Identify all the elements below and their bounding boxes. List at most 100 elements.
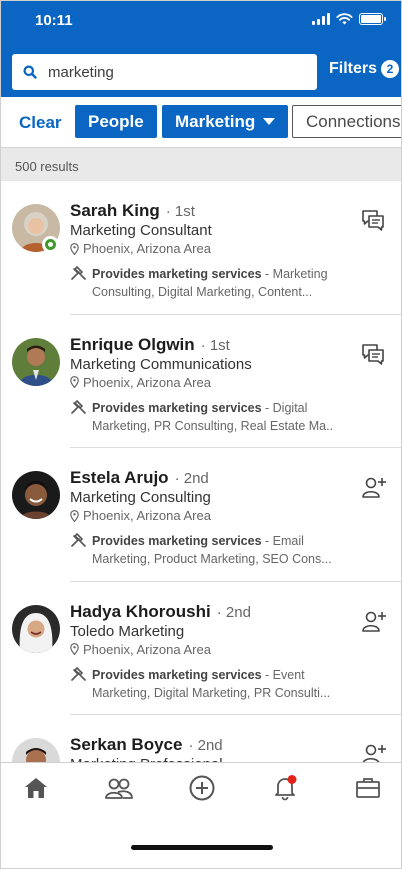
status-bar: 10:11 <box>1 1 401 41</box>
status-icons <box>312 13 386 25</box>
results-count-bar: 500 results <box>1 147 401 181</box>
person-name[interactable]: Enrique Olgwin <box>70 335 195 355</box>
filters-count-badge: 2 <box>381 60 400 78</box>
services-details: - Event <box>261 667 305 682</box>
marketing-filter-pill[interactable]: Marketing <box>162 105 289 138</box>
location-pin-icon <box>70 643 79 655</box>
person-headline: Marketing Consultant <box>70 222 212 239</box>
wifi-icon <box>336 13 353 25</box>
people-pill-label: People <box>88 111 144 131</box>
message-button[interactable] <box>361 342 387 368</box>
battery-icon <box>359 13 386 25</box>
services-label: Provides marketing services <box>92 667 262 682</box>
name-line: Hadya Khoroushi · 2nd <box>70 602 251 622</box>
nav-home[interactable] <box>16 773 56 803</box>
services-details: - Email <box>261 534 304 548</box>
connection-degree: · 2nd <box>174 470 209 487</box>
result-card[interactable]: Sarah King · 1st Marketing Consultant Ph… <box>1 181 401 315</box>
name-line: Serkan Boyce · 2nd <box>70 735 223 755</box>
status-time: 10:11 <box>35 12 73 29</box>
nav-notifications[interactable] <box>265 773 305 803</box>
message-button[interactable] <box>361 208 387 234</box>
home-icon <box>25 778 47 798</box>
services-icon <box>71 266 86 280</box>
services-details-continued: Marketing, Digital Marketing, PR Consult… <box>92 685 331 700</box>
search-icon <box>12 54 48 90</box>
search-input[interactable] <box>48 63 298 81</box>
person-name[interactable]: Estela Arujo <box>70 468 169 488</box>
nav-jobs[interactable] <box>348 773 388 803</box>
location: Phoenix, Arizona Area <box>70 642 211 657</box>
connection-degree: · 2nd <box>216 603 251 621</box>
marketing-pill-label: Marketing <box>175 111 256 131</box>
location-pin-icon <box>70 376 79 388</box>
person-headline: Marketing Communications <box>70 355 252 373</box>
location-text: Phoenix, Arizona Area <box>83 374 211 390</box>
location: Phoenix, Arizona Area <box>70 375 211 390</box>
filters-label: Filters <box>329 60 378 77</box>
name-line: Enrique Olgwin · 1st <box>70 335 230 355</box>
my-network-icon <box>105 778 133 799</box>
connect-button[interactable] <box>361 475 387 501</box>
avatar[interactable] <box>12 337 60 386</box>
connections-pill-label: Connections <box>306 111 401 131</box>
services-icon <box>71 399 86 414</box>
avatar[interactable] <box>12 471 60 519</box>
services-label: Provides marketing services <box>92 267 262 281</box>
services-icon <box>71 666 86 681</box>
connect-button[interactable] <box>361 609 387 635</box>
notification-badge <box>287 775 297 784</box>
message-icon <box>362 343 384 365</box>
results-count: 500 results <box>15 159 79 174</box>
services-details: - Digital <box>261 400 308 415</box>
search-box[interactable] <box>12 54 317 90</box>
services-summary: Provides marketing services - Marketing … <box>70 265 332 301</box>
services-summary: Provides marketing services - Email Mark… <box>70 532 332 568</box>
nav-my-network[interactable] <box>99 773 139 803</box>
connection-degree: · 1st <box>200 336 230 354</box>
services-label: Provides marketing services <box>92 400 262 415</box>
services-summary: Provides marketing services - Digital Ma… <box>70 399 332 435</box>
person-name[interactable]: Sarah King <box>70 201 160 221</box>
services-icon <box>71 533 86 547</box>
add-connection-icon <box>362 477 386 498</box>
services-summary: Provides marketing services - Event Mark… <box>70 666 332 702</box>
person-headline: Toledo Marketing <box>70 622 185 640</box>
people-filter-pill[interactable]: People <box>75 105 157 138</box>
services-details: - Marketing <box>261 267 328 281</box>
person-name[interactable]: Hadya Khoroushi <box>70 602 211 622</box>
location-pin-icon <box>70 242 79 255</box>
name-line: Sarah King · 1st <box>70 201 195 221</box>
phone-frame: 10:11 Fi <box>0 0 402 869</box>
connection-degree: · 1st <box>165 203 195 220</box>
bottom-navigation <box>1 762 401 868</box>
result-card[interactable]: Hadya Khoroushi · 2nd Toledo Marketing P… <box>1 582 401 715</box>
name-line: Estela Arujo · 2nd <box>70 468 209 488</box>
jobs-icon <box>356 778 380 798</box>
location: Phoenix, Arizona Area <box>70 508 211 523</box>
result-card[interactable]: Estela Arujo · 2nd Marketing Consulting … <box>1 448 401 582</box>
location: Phoenix, Arizona Area <box>70 241 211 256</box>
clear-filters-button[interactable]: Clear <box>19 113 62 133</box>
message-icon <box>362 210 384 231</box>
connections-filter-pill[interactable]: Connections <box>292 105 401 138</box>
add-connection-icon <box>362 611 386 632</box>
nav-post[interactable] <box>182 773 222 803</box>
location-text: Phoenix, Arizona Area <box>83 241 211 256</box>
avatar[interactable] <box>12 604 60 653</box>
home-indicator[interactable] <box>131 845 273 850</box>
location-text: Phoenix, Arizona Area <box>83 641 211 657</box>
result-card[interactable]: Enrique Olgwin · 1st Marketing Communica… <box>1 315 401 448</box>
online-status-indicator <box>42 236 59 253</box>
location-pin-icon <box>70 509 79 522</box>
app-header: 10:11 Fi <box>1 1 401 97</box>
location-text: Phoenix, Arizona Area <box>83 508 211 523</box>
search-results-list: Sarah King · 1st Marketing Consultant Ph… <box>1 181 401 849</box>
cellular-signal-icon <box>312 13 330 25</box>
filter-pill-bar: Clear People Marketing Connections <box>1 97 401 147</box>
person-headline: Marketing Consulting <box>70 489 211 506</box>
notifications-icon <box>275 775 297 801</box>
person-name[interactable]: Serkan Boyce <box>70 735 182 755</box>
filters-button[interactable]: Filters 2 <box>329 60 400 78</box>
caret-down-icon <box>263 118 276 125</box>
